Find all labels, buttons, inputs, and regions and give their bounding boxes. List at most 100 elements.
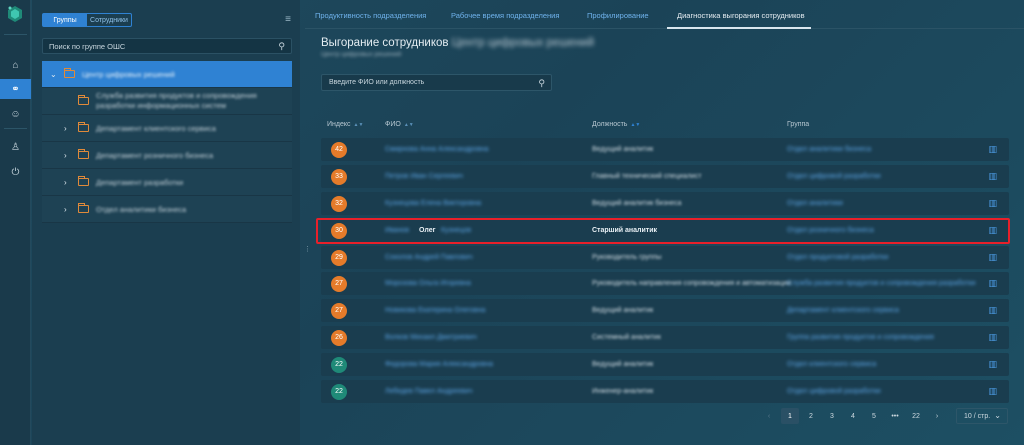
page-size-select[interactable]: 10 / стр. ⌄ [956, 408, 1008, 424]
bar-chart-icon[interactable]: ▥ [988, 171, 997, 182]
page-ellipsis[interactable]: ••• [886, 408, 904, 424]
employee-group-link[interactable]: Отдел продуктовой разработки [787, 254, 888, 261]
employee-group-link[interactable]: Группа развития продуктов и сопровождени… [787, 334, 934, 341]
employee-name-link[interactable]: Кузнецова Елена Викторовна [385, 200, 481, 207]
page-button[interactable]: 22 [907, 408, 925, 424]
bar-chart-icon[interactable]: ▥ [988, 386, 997, 397]
employee-position: Системный аналитик [592, 334, 661, 342]
table-row[interactable]: 22 Лебедев Павел Андреевич Инженер-анали… [321, 380, 1009, 404]
column-header-position[interactable]: Должность ▲▼ [592, 121, 640, 128]
folder-icon [64, 68, 75, 78]
view-switch: Группы Сотрудники [42, 13, 132, 27]
bar-chart-icon[interactable]: ▥ [988, 144, 997, 155]
burnout-index-badge: 32 [331, 195, 347, 212]
sort-icon[interactable]: ▲▼ [630, 122, 640, 128]
employee-name-link[interactable]: Новикова Екатерина Олеговна [385, 307, 485, 314]
chevron-right-icon[interactable]: › [64, 178, 67, 187]
employee-group-link[interactable]: Отдел цифровой разработки [787, 388, 881, 395]
bar-chart-icon[interactable]: ▥ [988, 305, 997, 316]
bar-chart-icon[interactable]: ▥ [988, 359, 997, 370]
chevron-right-icon[interactable]: › [64, 151, 67, 160]
page-button[interactable]: 1 [781, 408, 799, 424]
employee-group-link[interactable]: Отдел аналитики [787, 200, 843, 207]
tree-node[interactable]: › Отдел аналитики бизнеса [42, 196, 292, 223]
tree-node-label: Департамент клиентского сервиса [96, 123, 216, 133]
sort-icon[interactable]: ▲▼ [404, 122, 414, 128]
tab-productivity[interactable]: Продуктивность подразделения [315, 11, 426, 20]
bar-chart-icon[interactable]: ▥ [988, 278, 997, 289]
burnout-index-badge: 27 [331, 276, 347, 293]
bar-chart-icon[interactable]: ▥ [988, 332, 997, 343]
table-row[interactable]: 27 Морозова Ольга Игоревна Руководитель … [321, 272, 1009, 296]
employee-group-link[interactable]: Отдел цифровой разработки [787, 173, 881, 180]
employee-group-link[interactable]: Отдел клиентского сервиса [787, 361, 876, 368]
hierarchy-icon[interactable]: ⚭ [0, 79, 31, 99]
tree-node-label: Центр цифровых решений [82, 69, 175, 79]
prev-page-icon[interactable]: ‹ [760, 408, 778, 424]
next-page-icon[interactable]: › [928, 408, 946, 424]
tree-node[interactable]: Служба развития продуктов и сопровождени… [42, 88, 292, 115]
search-icon[interactable]: ⚲ [278, 41, 285, 52]
employee-name-link[interactable]: Смирнова Анна Александровна [385, 146, 489, 153]
employee-name-link[interactable]: Петров Иван Сергеевич [385, 173, 463, 180]
chevron-right-icon[interactable]: › [64, 205, 67, 214]
table-header: Индекс ▲▼ ФИО ▲▼ Должность ▲▼ Группа [321, 118, 1009, 134]
sort-icon[interactable]: ▲▼ [354, 122, 364, 128]
tree-node[interactable]: › Департамент розничного бизнеса [42, 142, 292, 169]
tab-work-time[interactable]: Рабочее время подразделения [451, 11, 559, 20]
tree-node[interactable]: › Департамент разработки [42, 169, 292, 196]
table-row[interactable]: 33 Петров Иван Сергеевич Главный техниче… [321, 164, 1009, 188]
table-row[interactable]: 42 Смирнова Анна Александровна Ведущий а… [321, 138, 1009, 161]
person-icon[interactable]: ☺ [0, 104, 31, 124]
employee-position: Ведущий аналитик [592, 146, 654, 153]
tree-node[interactable]: › Департамент клиентского сервиса [42, 115, 292, 142]
bar-chart-icon[interactable]: ▥ [988, 198, 997, 209]
employee-search-input[interactable]: Введите ФИО или должность ⚲ [321, 74, 552, 91]
groups-tab[interactable]: Группы [43, 14, 87, 26]
page-button[interactable]: 2 [802, 408, 820, 424]
page-button[interactable]: 4 [844, 408, 862, 424]
user-icon[interactable]: ♙ [0, 137, 31, 157]
employee-group-link[interactable]: Отдел аналитики бизнеса [787, 146, 871, 153]
chevron-down-icon[interactable]: ⌄ [50, 70, 57, 79]
burnout-index-badge: 29 [331, 249, 347, 266]
employee-table: 42 Смирнова Анна Александровна Ведущий а… [321, 138, 1009, 407]
tab-profiling[interactable]: Профилирование [587, 11, 649, 20]
column-header-position-label: Должность [592, 121, 628, 128]
chevron-right-icon[interactable]: › [64, 124, 67, 133]
employees-tab[interactable]: Сотрудники [87, 14, 131, 26]
table-row[interactable]: 32 Кузнецова Елена Викторовна Ведущий ан… [321, 191, 1009, 215]
bar-chart-icon[interactable]: ▥ [988, 252, 997, 263]
column-header-index[interactable]: Индекс ▲▼ [327, 121, 363, 128]
tree-node-label: Отдел аналитики бизнеса [96, 204, 187, 214]
page-subtitle: Центр цифровых решений [321, 51, 402, 58]
power-icon[interactable]: ⏻ [0, 162, 31, 182]
tab-burnout-diagnostics[interactable]: Диагностика выгорания сотрудников [677, 11, 805, 20]
resize-handle-icon[interactable]: ⋮ [304, 245, 311, 253]
tree-node[interactable]: ⌄ Центр цифровых решений [42, 61, 292, 88]
group-search-input[interactable]: Поиск по группе ОШС ⚲ [42, 38, 292, 54]
building-icon[interactable]: ⌂ [0, 55, 31, 75]
page-button[interactable]: 3 [823, 408, 841, 424]
employee-name-link[interactable]: Лебедев Павел Андреевич [385, 388, 473, 395]
folder-icon [78, 95, 89, 105]
collapse-panel-icon[interactable]: ≡ [282, 14, 294, 26]
table-row[interactable]: 27 Новикова Екатерина Олеговна Ведущий а… [321, 299, 1009, 323]
folder-icon [78, 122, 89, 132]
page-size-value: 10 / стр. [964, 412, 991, 420]
employee-name-link[interactable]: Волков Михаил Дмитриевич [385, 334, 477, 341]
employee-name-link[interactable]: Морозова Ольга Игоревна [385, 280, 471, 287]
employee-position: Инженер-аналитик [592, 388, 654, 396]
page-title: Выгорание сотрудников Центр цифровых реш… [321, 37, 594, 49]
table-row[interactable]: 22 Федорова Мария Александровна Ведущий … [321, 353, 1009, 377]
employee-name-link[interactable]: Федорова Мария Александровна [385, 361, 493, 368]
employee-group-link[interactable]: Служба развития продуктов и сопровождени… [787, 280, 976, 287]
search-icon[interactable]: ⚲ [538, 78, 545, 89]
table-row[interactable]: 29 Соколов Андрей Павлович Руководитель … [321, 245, 1009, 269]
page-button[interactable]: 5 [865, 408, 883, 424]
column-header-fio[interactable]: ФИО ▲▼ [385, 121, 414, 128]
employee-name-link[interactable]: Соколов Андрей Павлович [385, 254, 473, 261]
group-search-placeholder: Поиск по группе ОШС [49, 41, 126, 51]
employee-group-link[interactable]: Департамент клиентского сервиса [787, 307, 899, 314]
table-row[interactable]: 26 Волков Михаил Дмитриевич Системный ан… [321, 326, 1009, 350]
